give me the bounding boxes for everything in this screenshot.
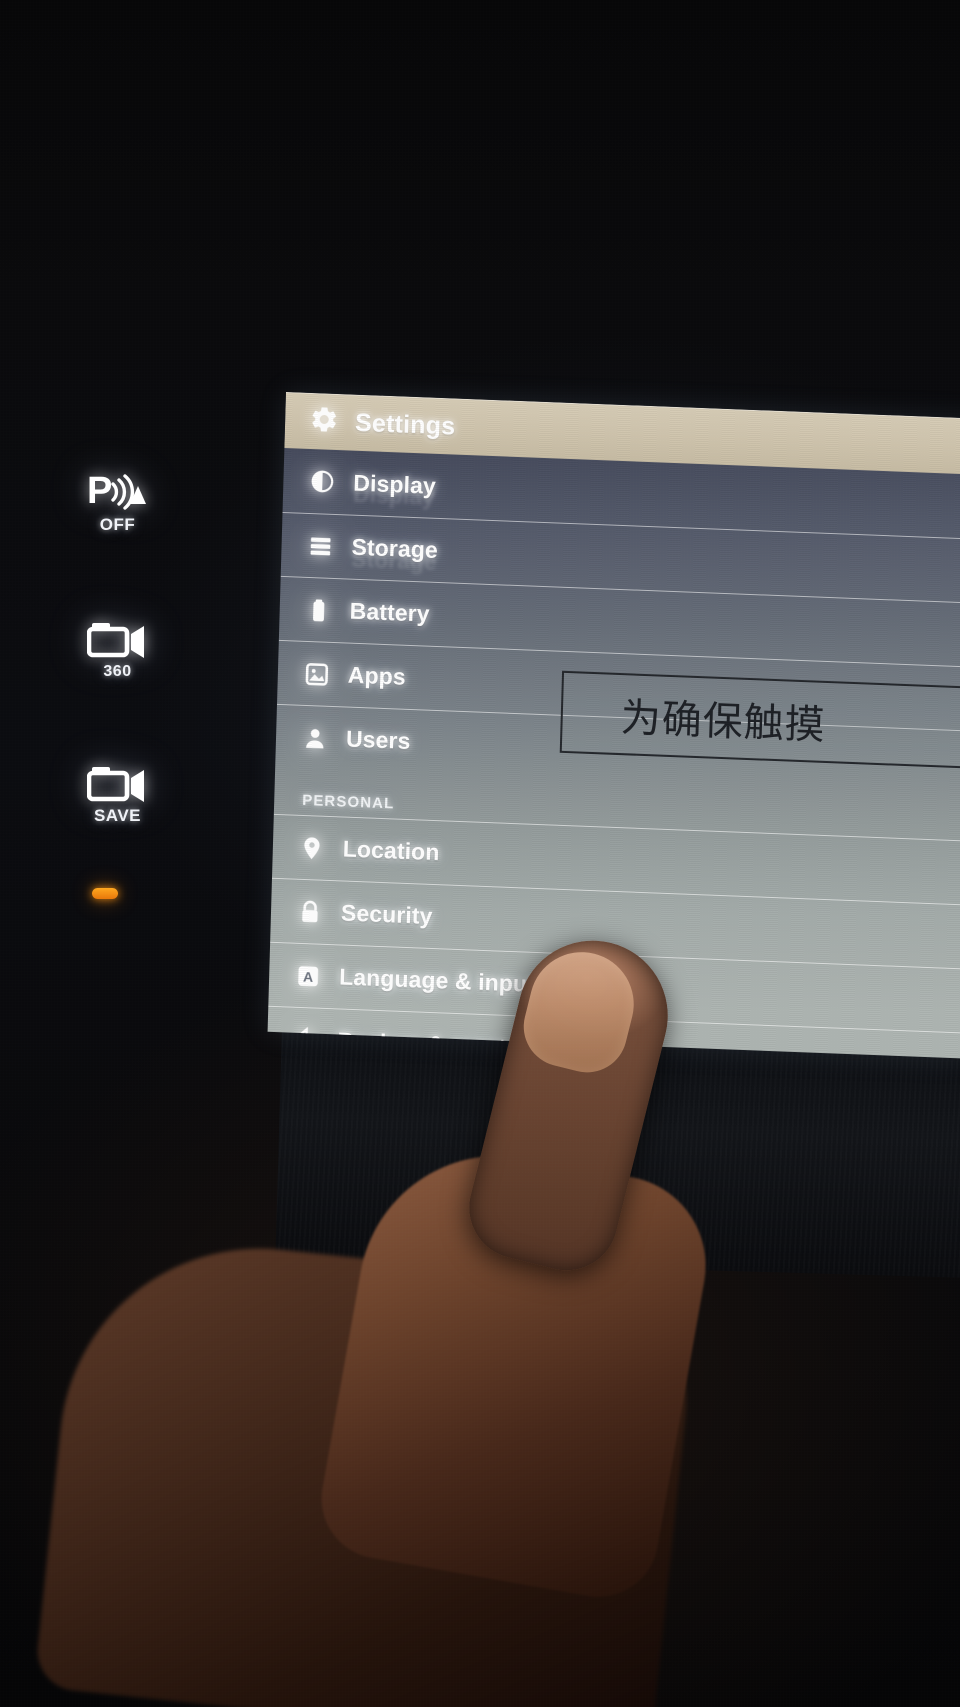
gear-icon bbox=[309, 403, 340, 439]
parking-sensor-icon: P bbox=[0, 470, 235, 517]
settings-row-label-apps: Apps bbox=[347, 661, 407, 690]
display-icon bbox=[307, 466, 338, 497]
settings-title: Settings bbox=[354, 408, 456, 441]
svg-text:A: A bbox=[303, 968, 314, 984]
parking-sensor-label: OFF bbox=[99, 515, 136, 534]
orange-dash-indicator bbox=[92, 888, 118, 899]
settings-row-label-battery: Battery bbox=[349, 597, 431, 627]
bezel-texture bbox=[275, 1028, 960, 1279]
notice-dialog: 为确保触摸 bbox=[559, 670, 960, 769]
status-item-camera-save[interactable]: SAVE bbox=[0, 765, 235, 826]
status-item-camera-360[interactable]: 360 bbox=[0, 621, 235, 681]
camera-save-icon bbox=[0, 765, 235, 810]
apps-icon bbox=[301, 658, 332, 689]
settings-row-label-users: Users bbox=[345, 725, 411, 755]
settings-row-label-storage: Storage bbox=[351, 533, 439, 563]
settings-row-label-display: Display bbox=[353, 469, 437, 499]
settings-section-label: PERSONAL bbox=[302, 791, 395, 813]
vehicle-status-column: P OFF 360 SAVE bbox=[0, 470, 235, 825]
notice-dialog-text: 为确保触摸 bbox=[620, 695, 827, 749]
location-pin-icon bbox=[296, 832, 327, 863]
users-icon bbox=[300, 722, 331, 753]
status-item-parking-sensor[interactable]: P OFF bbox=[0, 470, 235, 535]
battery-icon bbox=[303, 594, 334, 625]
settings-row-label-security: Security bbox=[340, 899, 433, 929]
camera-360-icon bbox=[0, 621, 235, 666]
svg-text:P: P bbox=[87, 470, 112, 512]
storage-icon bbox=[305, 530, 336, 561]
lock-icon bbox=[295, 896, 326, 927]
settings-row-label-location: Location bbox=[342, 835, 440, 866]
settings-panel: Settings Display Display Storage Storage… bbox=[267, 392, 960, 1059]
dashboard-bezel bbox=[275, 1028, 960, 1279]
language-icon: A bbox=[293, 960, 324, 991]
settings-row-label-language-input: Language & input bbox=[338, 963, 536, 997]
